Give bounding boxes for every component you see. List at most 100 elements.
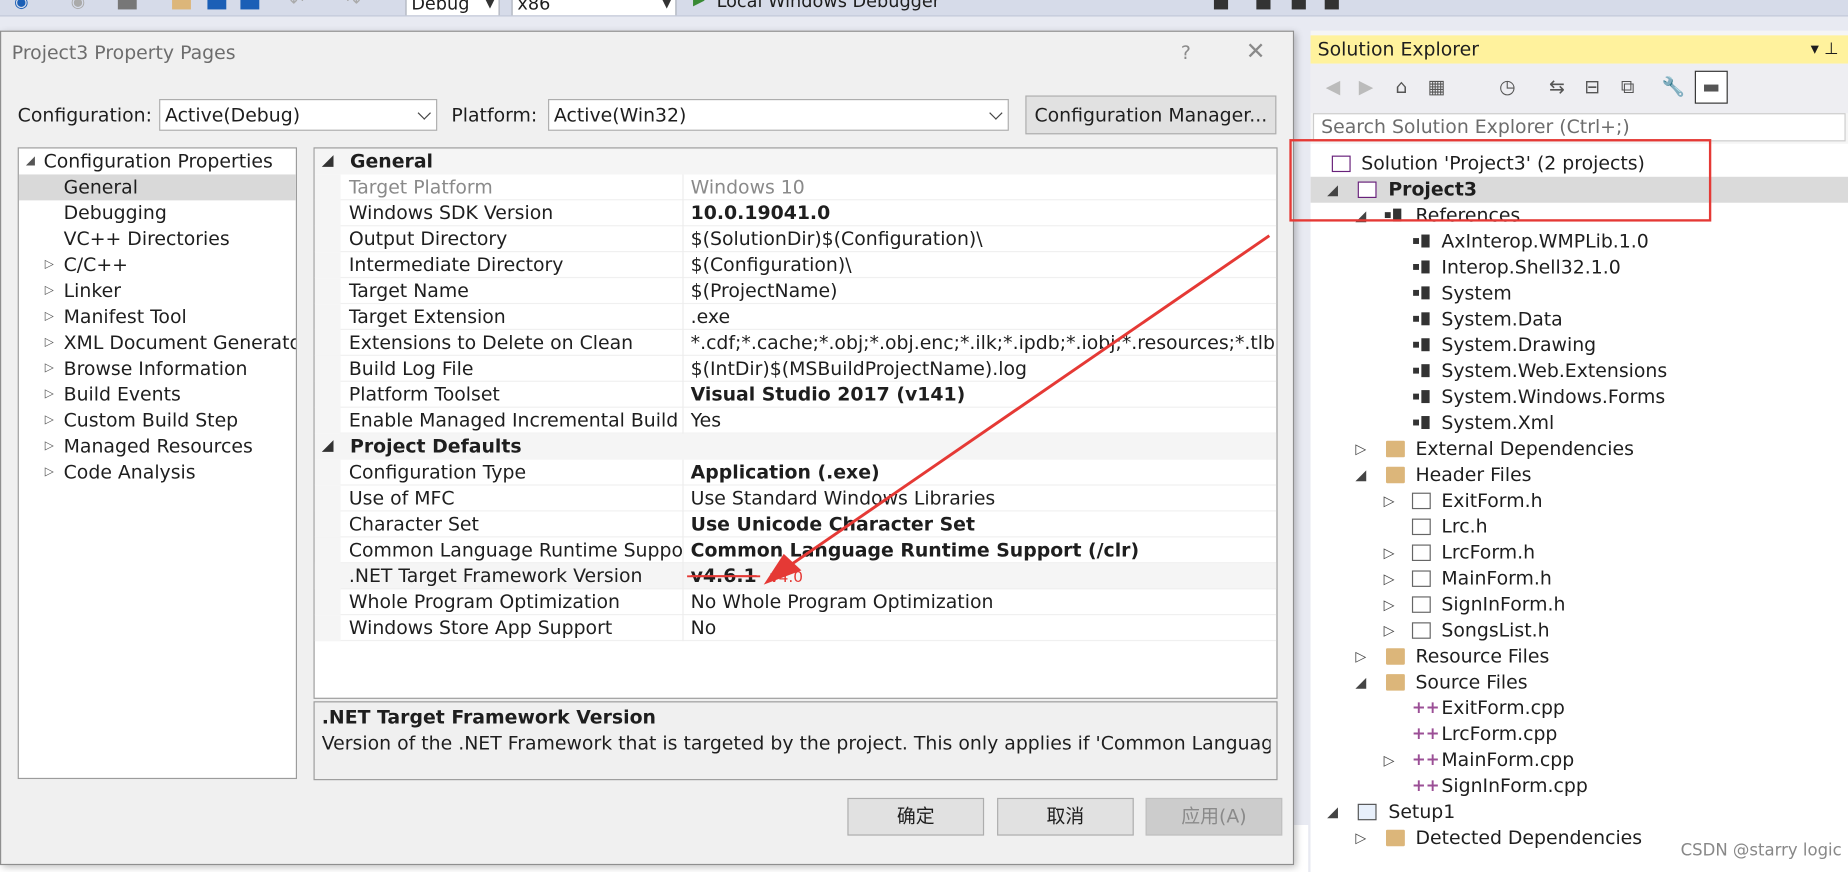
property-row[interactable]: Target Name $(ProjectName) bbox=[314, 278, 1277, 305]
start-debugging-icon[interactable]: ▶ bbox=[693, 0, 705, 9]
solution-config-combo[interactable]: Debug ▼ bbox=[405, 0, 500, 16]
property-row[interactable]: Configuration Type Application (.exe) bbox=[314, 459, 1277, 486]
property-row[interactable]: Output Directory $(SolutionDir)$(Configu… bbox=[314, 226, 1277, 253]
property-value[interactable]: Use Standard Windows Libraries bbox=[691, 486, 1276, 512]
collapsed-triangle-icon[interactable]: ▷ bbox=[45, 408, 54, 434]
solution-platform-combo[interactable]: x86 ▼ bbox=[511, 0, 677, 16]
close-button[interactable]: ✕ bbox=[1246, 39, 1266, 63]
collapsed-triangle-icon[interactable]: ▷ bbox=[45, 278, 54, 304]
tree-item-reference[interactable]: System.Windows.Forms bbox=[1311, 384, 1848, 410]
expanded-triangle-icon[interactable]: ◢ bbox=[1355, 462, 1366, 488]
pending-changes-icon[interactable]: ◷ bbox=[1497, 76, 1518, 98]
sync-icon[interactable]: ⇆ bbox=[1546, 76, 1567, 98]
configuration-select[interactable]: Active(Debug) bbox=[159, 98, 438, 131]
collapsed-triangle-icon[interactable]: ▷ bbox=[45, 382, 54, 408]
collapsed-triangle-icon[interactable]: ▷ bbox=[45, 460, 54, 486]
tree-item-reference[interactable]: AxInterop.WMPLib.1.0 bbox=[1311, 229, 1848, 255]
section-project-defaults[interactable]: ◢ Project Defaults bbox=[314, 433, 1277, 460]
tree-item-reference[interactable]: System.Web.Extensions bbox=[1311, 358, 1848, 384]
property-value[interactable]: Common Language Runtime Support (/clr) bbox=[691, 537, 1276, 563]
property-row[interactable]: Target Platform Windows 10 bbox=[314, 174, 1277, 201]
collapsed-triangle-icon[interactable]: ▷ bbox=[1384, 540, 1395, 566]
tree-item-header-file[interactable]: ▷ ExitForm.h bbox=[1311, 488, 1848, 514]
tree-item-setup1[interactable]: ◢ Setup1 bbox=[1311, 799, 1848, 825]
tree-item-header-file[interactable]: ▷ SignInForm.h bbox=[1311, 592, 1848, 618]
tree-item-external-dependencies[interactable]: ▷ External Dependencies bbox=[1311, 436, 1848, 462]
solution-search-input[interactable]: Search Solution Explorer (Ctrl+;) bbox=[1312, 113, 1846, 142]
tree-item-build-events[interactable]: ▷ Build Events bbox=[19, 382, 296, 408]
collapsed-triangle-icon[interactable]: ▷ bbox=[1355, 643, 1366, 669]
tree-item-custom-build-step[interactable]: ▷ Custom Build Step bbox=[19, 408, 296, 434]
tree-item-browse-information[interactable]: ▷ Browse Information bbox=[19, 356, 296, 382]
tree-item-reference[interactable]: System.Xml bbox=[1311, 410, 1848, 436]
tree-item-debugging[interactable]: Debugging bbox=[19, 200, 296, 226]
tree-item-general[interactable]: General bbox=[18, 174, 296, 201]
bookmark-icon[interactable] bbox=[1213, 0, 1229, 10]
forward-icon[interactable]: ▶ bbox=[1355, 76, 1376, 98]
property-value[interactable]: $(SolutionDir)$(Configuration)\ bbox=[691, 226, 1276, 252]
ok-button[interactable]: 确定 bbox=[847, 797, 985, 836]
collapsed-triangle-icon[interactable]: ▷ bbox=[45, 434, 54, 460]
collapsed-triangle-icon[interactable]: ▷ bbox=[1355, 436, 1366, 462]
collapse-section-icon[interactable]: ◢ bbox=[322, 148, 334, 174]
property-row[interactable]: Extensions to Delete on Clean *.cdf;*.ca… bbox=[314, 329, 1277, 356]
back-icon[interactable]: ◀ bbox=[1322, 76, 1343, 98]
properties-icon[interactable]: 🔧 bbox=[1662, 76, 1685, 98]
tree-item-managed-resources[interactable]: ▷ Managed Resources bbox=[19, 434, 296, 460]
tree-item-linker[interactable]: ▷ Linker bbox=[19, 278, 296, 304]
property-row[interactable]: Target Extension .exe bbox=[314, 304, 1277, 330]
property-row[interactable]: Intermediate Directory $(Configuration)\ bbox=[314, 252, 1277, 279]
collapsed-triangle-icon[interactable]: ▷ bbox=[45, 356, 54, 382]
platform-select[interactable]: Active(Win32) bbox=[548, 98, 1009, 131]
switch-views-icon[interactable]: ▦ bbox=[1426, 76, 1447, 98]
preview-icon[interactable]: ▬ bbox=[1694, 70, 1728, 104]
tree-item-reference[interactable]: Interop.Shell32.1.0 bbox=[1311, 255, 1848, 281]
collapsed-triangle-icon[interactable]: ▷ bbox=[1384, 747, 1395, 773]
tree-item-cpp[interactable]: ▷ C/C++ bbox=[19, 252, 296, 278]
expanded-triangle-icon[interactable]: ◢ bbox=[1327, 799, 1338, 825]
tree-item-source-file[interactable]: ▷ ++ MainForm.cpp bbox=[1311, 747, 1848, 773]
collapsed-triangle-icon[interactable]: ▷ bbox=[45, 330, 54, 356]
expanded-triangle-icon[interactable]: ◢ bbox=[26, 148, 35, 174]
tree-item-reference[interactable]: System.Data bbox=[1311, 306, 1848, 332]
tree-item-reference[interactable]: System.Drawing bbox=[1311, 332, 1848, 358]
collapsed-triangle-icon[interactable]: ▷ bbox=[1384, 618, 1395, 644]
property-row[interactable]: Whole Program Optimization No Whole Prog… bbox=[314, 589, 1277, 616]
property-value[interactable]: Application (.exe) bbox=[691, 460, 1276, 486]
pin-icon[interactable]: ▾ ⊥ bbox=[1811, 35, 1839, 63]
collapsed-triangle-icon[interactable]: ▷ bbox=[45, 252, 54, 278]
property-row[interactable]: Enable Managed Incremental Build Yes bbox=[314, 407, 1277, 434]
property-value[interactable]: No Whole Program Optimization bbox=[691, 589, 1276, 615]
tree-item-header-file[interactable]: ▷ MainForm.h bbox=[1311, 566, 1848, 592]
tree-item-vc-directories[interactable]: VC++ Directories bbox=[19, 226, 296, 252]
tree-item-manifest-tool[interactable]: ▷ Manifest Tool bbox=[19, 304, 296, 330]
save-icon[interactable] bbox=[207, 0, 227, 10]
apply-button[interactable]: 应用(A) bbox=[1145, 797, 1283, 836]
tree-item-source-file[interactable]: ++ SignInForm.cpp bbox=[1311, 773, 1848, 799]
property-value[interactable]: Visual Studio 2017 (v141) bbox=[691, 382, 1276, 408]
property-row[interactable]: Windows Store App Support No bbox=[314, 615, 1277, 642]
property-value[interactable]: Use Unicode Character Set bbox=[691, 511, 1276, 537]
forward-icon[interactable]: ◉ bbox=[71, 0, 90, 12]
property-value[interactable]: Yes bbox=[691, 408, 1276, 434]
collapse-section-icon[interactable]: ◢ bbox=[322, 434, 334, 460]
redo-icon[interactable]: ↷ bbox=[346, 0, 365, 12]
start-debugging-button[interactable]: Local Windows Debugger bbox=[717, 0, 940, 12]
tree-item-reference[interactable]: System bbox=[1311, 280, 1848, 306]
collapsed-triangle-icon[interactable]: ▷ bbox=[1384, 566, 1395, 592]
back-icon[interactable]: ◉ bbox=[14, 0, 33, 12]
tree-item-source-file[interactable]: ++ LrcForm.cpp bbox=[1311, 721, 1848, 747]
property-value[interactable]: *.cdf;*.cache;*.obj;*.obj.enc;*.ilk;*.ip… bbox=[691, 330, 1276, 356]
property-row[interactable]: Common Language Runtime Support Common L… bbox=[314, 537, 1277, 564]
show-all-files-icon[interactable]: ⧉ bbox=[1617, 76, 1638, 98]
property-value[interactable]: .exe bbox=[691, 304, 1276, 330]
help-button[interactable]: ? bbox=[1181, 41, 1191, 63]
undo-icon[interactable]: ↶ bbox=[290, 0, 309, 12]
tree-item-header-file[interactable]: ▷ LrcForm.h bbox=[1311, 540, 1848, 566]
configuration-manager-button[interactable]: Configuration Manager... bbox=[1025, 95, 1277, 135]
collapsed-triangle-icon[interactable]: ▷ bbox=[1384, 488, 1395, 514]
solution-explorer-title-bar[interactable]: Solution Explorer ▾ ⊥ bbox=[1310, 35, 1848, 64]
tree-item-header-files[interactable]: ◢ Header Files bbox=[1311, 462, 1848, 488]
tree-item-source-file[interactable]: ++ ExitForm.cpp bbox=[1311, 695, 1848, 721]
bookmark-clear-icon[interactable] bbox=[1324, 0, 1339, 10]
